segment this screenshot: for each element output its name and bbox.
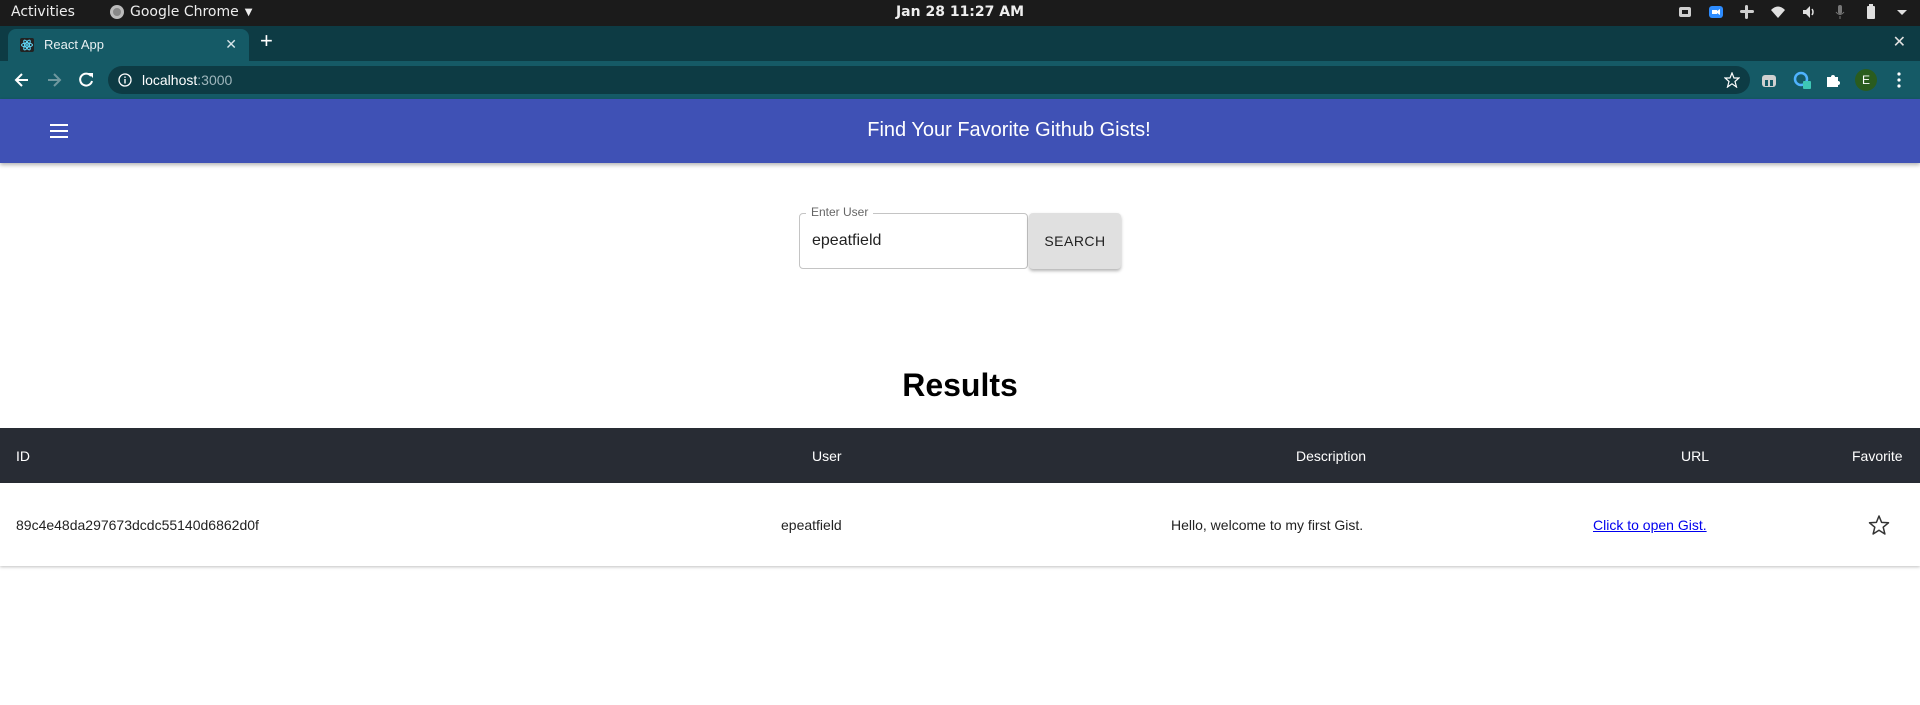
url-host: localhost bbox=[142, 72, 198, 88]
tab-strip: React App ✕ bbox=[0, 26, 1920, 61]
microphone-icon bbox=[1835, 5, 1845, 19]
extension-badge-icon[interactable] bbox=[1793, 71, 1811, 89]
table-row: 89c4e48da297673dcdc55140d6862d0f epeatfi… bbox=[0, 483, 1920, 566]
window-close-button[interactable]: ✕ bbox=[1893, 32, 1906, 52]
system-tray[interactable] bbox=[1677, 4, 1910, 20]
url-port: :3000 bbox=[197, 72, 233, 88]
extension-incognito-icon[interactable] bbox=[1760, 71, 1778, 89]
os-top-bar: Activities Google Chrome ▼ Jan 28 11:27 … bbox=[0, 0, 1920, 26]
clock[interactable]: Jan 28 11:27 AM bbox=[0, 4, 1920, 20]
react-favicon-icon bbox=[20, 38, 34, 52]
tab-react-app[interactable]: React App ✕ bbox=[8, 29, 249, 61]
back-arrow-icon[interactable] bbox=[12, 70, 32, 90]
gist-url-cell: Click to open Gist. bbox=[1593, 483, 1707, 566]
search-button[interactable]: SEARCH bbox=[1029, 213, 1121, 269]
browser-toolbar: localhost:3000 E bbox=[0, 61, 1920, 99]
page-title: Find Your Favorite Github Gists! bbox=[867, 119, 1151, 141]
profile-avatar[interactable]: E bbox=[1855, 69, 1877, 91]
slack-icon bbox=[1740, 5, 1754, 19]
tab-title: React App bbox=[44, 37, 104, 52]
forward-arrow-icon[interactable] bbox=[44, 70, 64, 90]
chrome-menu-icon[interactable] bbox=[1893, 71, 1905, 89]
site-info-icon[interactable] bbox=[118, 73, 132, 87]
open-gist-link[interactable]: Click to open Gist. bbox=[1593, 517, 1707, 533]
system-menu-caret-icon bbox=[1897, 10, 1907, 15]
column-header-id: ID bbox=[16, 447, 30, 464]
gist-user-cell: epeatfield bbox=[781, 516, 842, 533]
table-header-row: ID User Description URL Favorite bbox=[0, 428, 1920, 483]
teams-icon bbox=[1679, 7, 1691, 17]
bookmark-star-icon[interactable] bbox=[1724, 72, 1740, 88]
app-bar: Find Your Favorite Github Gists! bbox=[0, 99, 1920, 163]
reload-icon[interactable] bbox=[76, 70, 96, 90]
column-header-url: URL bbox=[1681, 447, 1710, 464]
address-bar[interactable]: localhost:3000 bbox=[108, 66, 1750, 94]
wifi-icon bbox=[1771, 6, 1785, 18]
gist-description-cell: Hello, welcome to my first Gist. bbox=[1171, 516, 1364, 533]
new-tab-button[interactable]: + bbox=[260, 30, 273, 52]
tab-close-icon[interactable]: ✕ bbox=[225, 36, 237, 53]
volume-icon bbox=[1803, 6, 1814, 18]
user-search-input[interactable] bbox=[812, 230, 1012, 252]
search-field-label: Enter User bbox=[806, 205, 874, 219]
extensions-puzzle-icon[interactable] bbox=[1824, 71, 1842, 89]
gist-favorite-cell bbox=[1868, 483, 1890, 566]
column-header-favorite: Favorite bbox=[1852, 447, 1903, 464]
results-heading: Results bbox=[902, 367, 1018, 403]
column-header-user: User bbox=[812, 447, 842, 464]
url-text: localhost:3000 bbox=[142, 72, 232, 88]
gist-id-cell: 89c4e48da297673dcdc55140d6862d0f bbox=[16, 516, 259, 533]
favorite-star-icon[interactable] bbox=[1868, 514, 1890, 536]
zoom-icon bbox=[1709, 6, 1723, 18]
battery-icon bbox=[1867, 4, 1875, 19]
column-header-description: Description bbox=[1296, 447, 1367, 464]
